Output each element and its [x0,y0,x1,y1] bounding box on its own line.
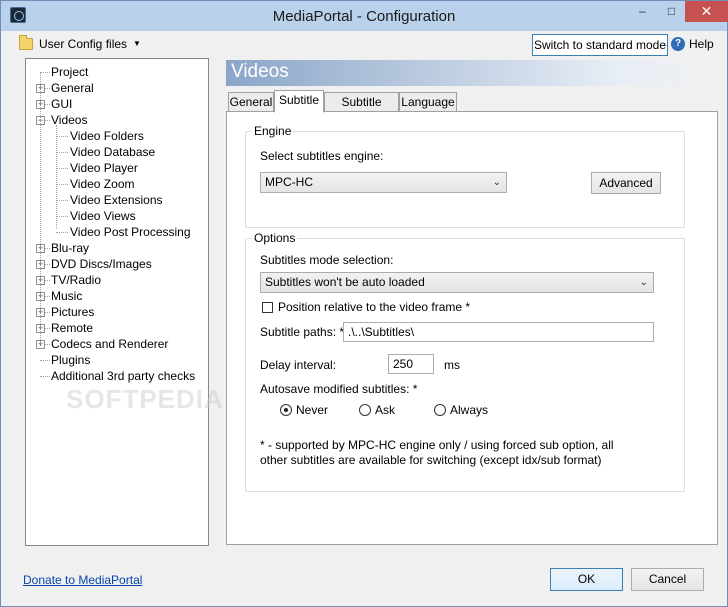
tree-item-video-database[interactable]: Video Database [70,144,155,160]
cancel-button[interactable]: Cancel [631,568,704,591]
dropdown-caret-icon[interactable]: ▼ [133,39,141,48]
tree-item-additional-3rd-party-checks[interactable]: Additional 3rd party checks [51,368,195,384]
tree-item-gui[interactable]: GUI [51,96,72,112]
tree-spine [40,72,41,344]
subtitle-tab-panel: Engine Select subtitles engine: MPC-HC ⌄… [226,111,718,545]
tree-item-video-extensions[interactable]: Video Extensions [70,192,163,208]
tree-connector [40,360,50,361]
tree-item-codecs-and-renderer[interactable]: Codecs and Renderer [51,336,168,352]
tree-item-pictures[interactable]: Pictures [51,304,94,320]
autosave-never-radio[interactable] [280,404,292,416]
help-button[interactable]: Help [689,37,714,51]
tree-item-video-player[interactable]: Video Player [70,160,138,176]
autosave-always-radio[interactable] [434,404,446,416]
title-bar[interactable]: MediaPortal - Configuration – □ ✕ [1,1,728,31]
tree-connector [56,216,68,217]
engine-group: Engine Select subtitles engine: MPC-HC ⌄… [245,124,685,228]
tree-connector [56,200,68,201]
position-relative-label[interactable]: Position relative to the video frame * [278,300,470,314]
tab-subtitle-cont[interactable]: Subtitle (cont) [324,92,399,127]
softpedia-watermark: SOFTPEDIA [66,384,224,414]
tree-connector [56,152,68,153]
close-button[interactable]: ✕ [685,1,728,22]
tree-item-blu-ray[interactable]: Blu-ray [51,240,89,256]
engine-group-label: Engine [252,124,294,138]
tab-language[interactable]: Language [399,92,457,112]
tree-item-music[interactable]: Music [51,288,82,304]
subtitles-mode-value: Subtitles won't be auto loaded [265,275,425,289]
folder-icon [19,35,33,50]
tree-item-tv-radio[interactable]: TV/Radio [51,272,101,288]
tree-connector [56,184,68,185]
engine-select-value: MPC-HC [265,175,313,189]
delay-interval-label: Delay interval: [260,358,337,372]
tree-item-video-zoom[interactable]: Video Zoom [70,176,134,192]
ok-button[interactable]: OK [550,568,623,591]
section-header: Videos [226,60,718,86]
help-icon[interactable]: ? [671,37,685,51]
engine-select[interactable]: MPC-HC ⌄ [260,172,507,193]
minimize-button[interactable]: – [628,1,657,22]
position-relative-checkbox[interactable] [262,302,273,313]
delay-interval-input[interactable]: 250 [388,354,434,374]
options-group: Options Subtitles mode selection: Subtit… [245,231,685,492]
maximize-button[interactable]: □ [657,1,686,22]
config-window: MediaPortal - Configuration – □ ✕ User C… [0,0,728,607]
tab-general[interactable]: General [228,92,274,112]
subtitles-mode-select[interactable]: Subtitles won't be auto loaded ⌄ [260,272,654,293]
tree-item-video-views[interactable]: Video Views [70,208,136,224]
tree-item-remote[interactable]: Remote [51,320,93,336]
subtitles-mode-label: Subtitles mode selection: [260,253,394,267]
autosave-never-label[interactable]: Never [296,403,328,417]
settings-tree[interactable]: SOFTPEDIA Project + General + GUI − Videos Vide… [25,58,223,546]
tree-item-video-folders[interactable]: Video Folders [70,128,144,144]
tree-child-spine [56,125,57,229]
tree-connector [56,232,68,233]
subtitle-paths-input[interactable]: .\..\Subtitles\ [343,322,654,342]
autosave-always-label[interactable]: Always [450,403,488,417]
tree-item-video-post-processing[interactable]: Video Post Processing [70,224,191,240]
tree-item-general[interactable]: General [51,80,94,96]
tree-item-dvd-discs-images[interactable]: DVD Discs/Images [51,256,152,272]
autosave-ask-radio[interactable] [359,404,371,416]
tab-subtitle[interactable]: Subtitle [274,90,324,113]
options-group-label: Options [252,231,298,245]
tree-item-plugins[interactable]: Plugins [51,352,90,368]
engine-support-note: * - supported by MPC-HC engine only / us… [260,438,614,467]
chevron-down-icon: ⌄ [492,177,501,188]
tree-connector [40,376,50,377]
autosave-label: Autosave modified subtitles: * [260,382,418,396]
chevron-down-icon: ⌄ [639,277,648,288]
window-title: MediaPortal - Configuration [272,8,456,25]
toolbar: User Config files ▼ Switch to standard m… [1,31,727,57]
autosave-ask-label[interactable]: Ask [375,403,395,417]
switch-mode-button[interactable]: Switch to standard mode [532,34,668,56]
section-title: Videos [231,61,289,82]
tree-connector [40,72,50,73]
donate-link[interactable]: Donate to MediaPortal [23,573,142,587]
engine-select-label: Select subtitles engine: [260,149,384,163]
tree-item-project[interactable]: Project [51,64,88,80]
advanced-button[interactable]: Advanced [591,172,661,194]
subtitle-paths-label: Subtitle paths: * [260,325,345,339]
delay-unit-label: ms [444,358,460,372]
tree-connector [56,168,68,169]
user-config-menu[interactable]: User Config files [39,37,127,51]
tree-connector [56,136,68,137]
